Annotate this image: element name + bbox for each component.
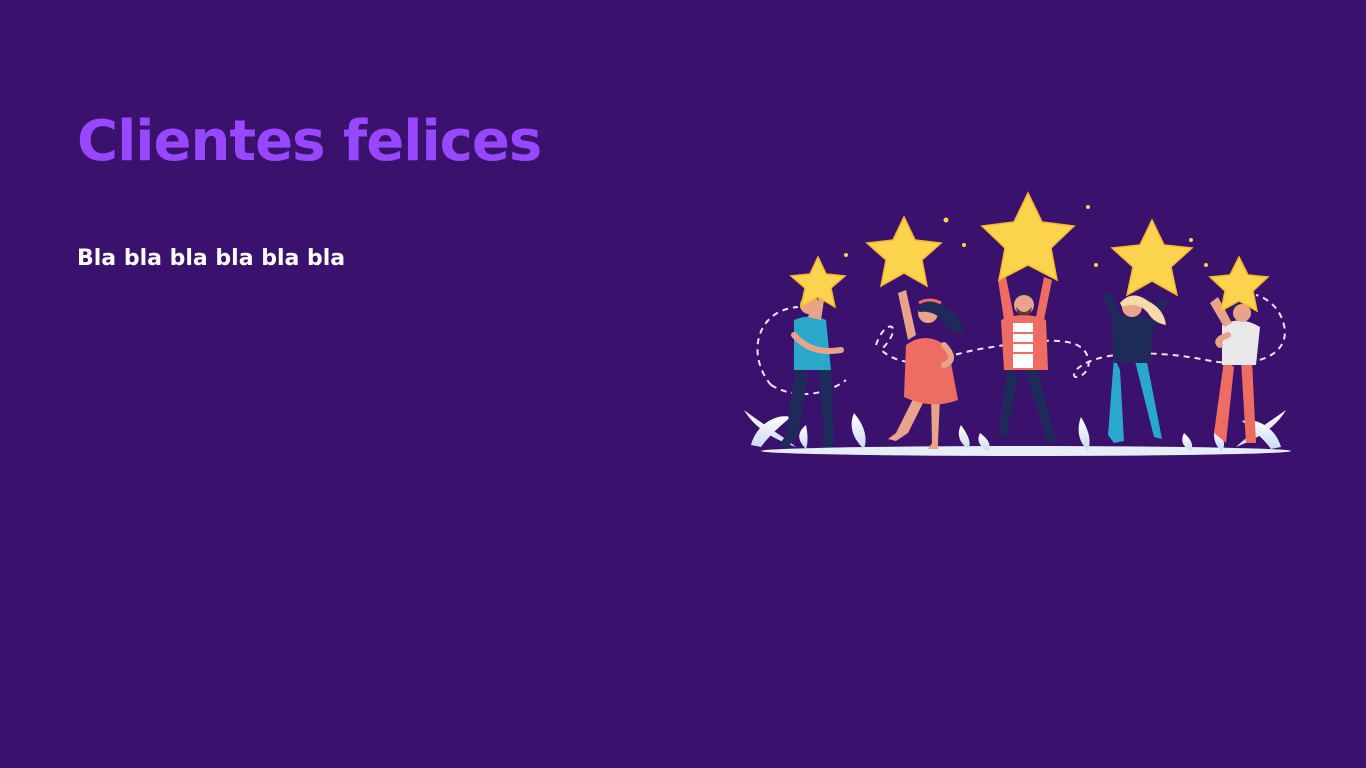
slide: Clientes felices Bla bla bla bla bla bla xyxy=(0,0,1366,768)
person-5-icon xyxy=(1210,297,1260,443)
star-2-icon xyxy=(865,215,943,288)
star-3-icon xyxy=(980,191,1076,282)
happy-customers-illustration xyxy=(736,185,1296,465)
page-title: Clientes felices xyxy=(77,109,542,174)
page-subtitle: Bla bla bla bla bla bla xyxy=(77,246,346,271)
person-3-icon xyxy=(998,277,1056,443)
person-4-icon xyxy=(1102,291,1168,443)
person-1-icon xyxy=(778,287,844,447)
person-2-icon xyxy=(888,290,964,449)
star-4-icon xyxy=(1110,218,1194,297)
